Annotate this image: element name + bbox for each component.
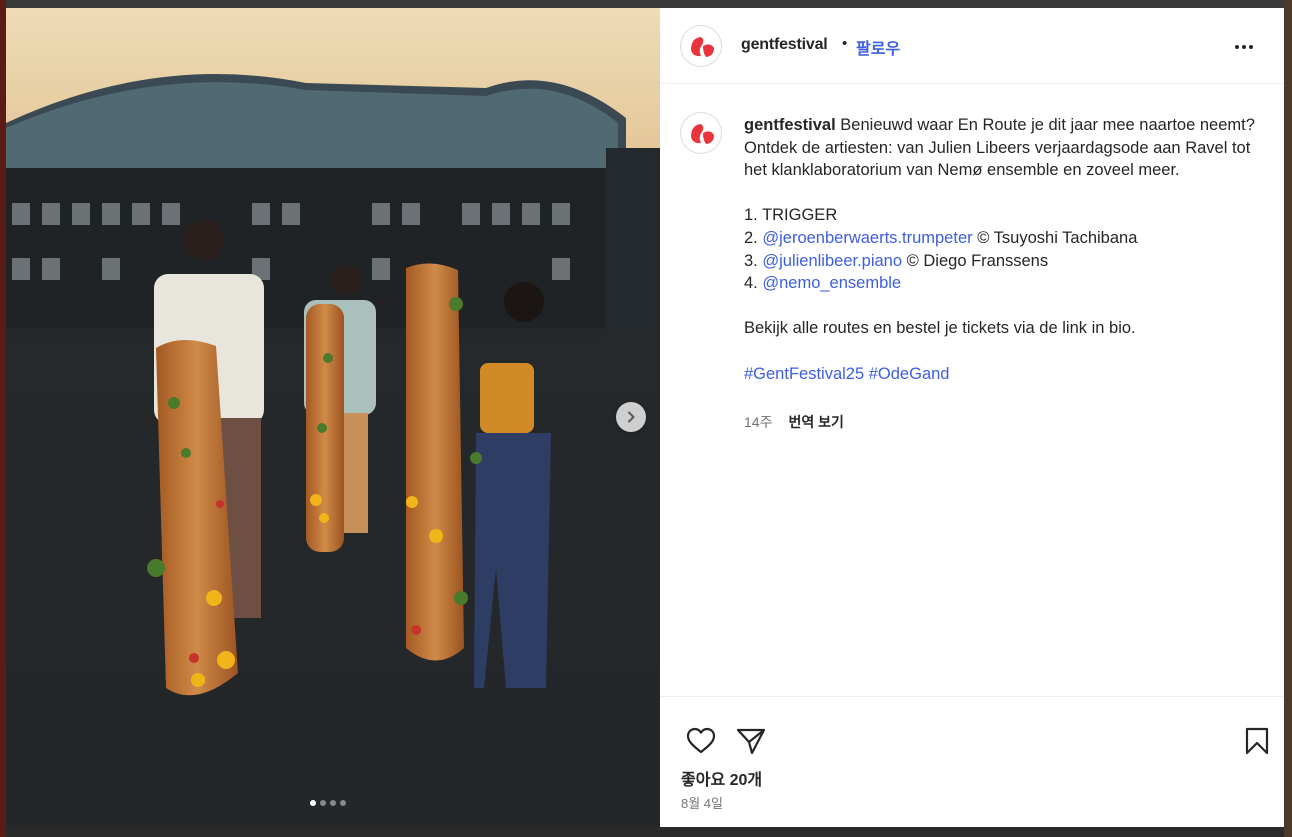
avatar[interactable] — [681, 26, 721, 66]
bookmark-icon — [1245, 727, 1269, 755]
save-button[interactable] — [1245, 727, 1269, 760]
post-actions — [660, 696, 1284, 827]
hashtag-link[interactable]: #GentFestival25 — [744, 365, 864, 383]
list-item: 3. @julienlibeer.piano © Diego Franssens — [744, 250, 1264, 273]
carousel-dot — [330, 800, 336, 806]
follow-button[interactable]: 팔로우 — [856, 35, 900, 59]
more-icon — [1242, 45, 1246, 49]
list-item: 4. @nemo_ensemble — [744, 272, 1264, 295]
carousel-dot — [310, 800, 316, 806]
list-text: © Tsuyoshi Tachibana — [977, 228, 1138, 247]
more-options-button[interactable] — [1235, 41, 1259, 53]
mention-link[interactable]: @julienlibeer.piano — [762, 252, 902, 270]
carousel-next-button[interactable] — [616, 402, 646, 432]
mention-link[interactable]: @nemo_ensemble — [762, 274, 901, 292]
likes-count[interactable]: 좋아요 20개 — [681, 766, 762, 790]
caption-outro: Bekijk alle routes en bestel je tickets … — [744, 319, 1136, 338]
header-username[interactable]: gentfestival — [741, 36, 828, 54]
gentfestival-logo-icon — [691, 124, 714, 144]
mention-link[interactable]: @jeroenberwaerts.trumpeter — [762, 229, 972, 247]
more-icon — [1249, 45, 1253, 49]
list-text: TRIGGER — [762, 206, 838, 225]
hashtags: #GentFestival25 #OdeGand — [744, 363, 1264, 386]
share-button[interactable] — [736, 726, 766, 761]
like-button[interactable] — [686, 727, 716, 760]
post-photo — [6, 8, 660, 827]
list-item: 2. @jeroenberwaerts.trumpeter © Tsuyoshi… — [744, 227, 1264, 250]
post-age[interactable]: 14주 — [744, 412, 772, 432]
list-number: 3. — [744, 251, 758, 270]
carousel-dot — [340, 800, 346, 806]
backdrop-strip-bottom — [6, 827, 1284, 837]
post-date: 8월 4일 — [681, 796, 723, 811]
translate-button[interactable]: 번역 보기 — [788, 412, 843, 432]
paper-plane-icon — [736, 728, 766, 755]
carousel-indicator — [310, 800, 346, 806]
caption-avatar[interactable] — [681, 113, 721, 153]
heart-icon — [686, 727, 716, 754]
backdrop-strip-right — [1284, 0, 1292, 837]
list-number: 2. — [744, 228, 758, 247]
gentfestival-logo-icon — [691, 37, 714, 57]
post-side-panel: gentfestival • 팔로우 gentfestival Benieuwd… — [660, 8, 1284, 827]
post-modal: gentfestival • 팔로우 gentfestival Benieuwd… — [6, 8, 1284, 827]
header-separator: • — [842, 35, 848, 52]
post-media — [6, 8, 660, 827]
list-item: 1. TRIGGER — [744, 204, 1264, 227]
list-number: 4. — [744, 274, 758, 293]
carousel-dot — [320, 800, 326, 806]
caption-meta: 14주 번역 보기 — [744, 412, 844, 432]
post-header: gentfestival • 팔로우 — [660, 8, 1284, 84]
post-caption: gentfestival Benieuwd waar En Route je d… — [744, 114, 1264, 385]
hashtag-link[interactable]: #OdeGand — [869, 365, 950, 383]
more-icon — [1235, 45, 1239, 49]
list-number: 1. — [744, 206, 758, 225]
chevron-right-icon — [628, 411, 635, 423]
caption-username[interactable]: gentfestival — [744, 116, 836, 134]
list-text: © Diego Franssens — [906, 251, 1049, 270]
